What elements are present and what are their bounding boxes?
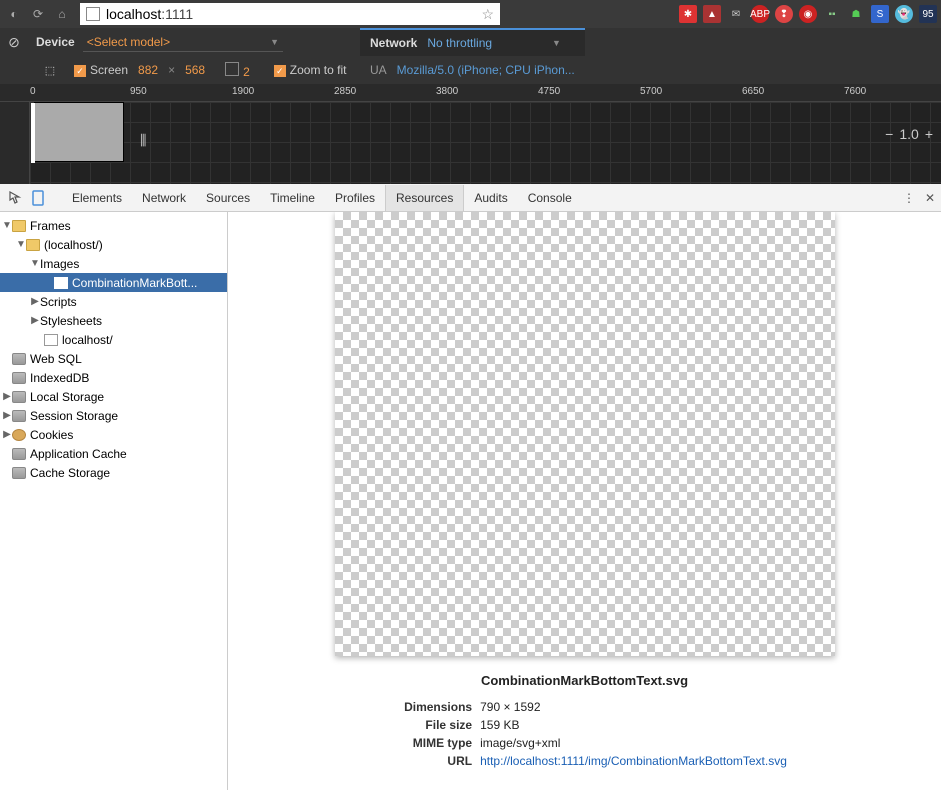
file-icon (44, 334, 58, 346)
resource-filename: CombinationMarkBottomText.svg (228, 673, 941, 688)
device-label: Device (36, 35, 75, 49)
tree-localhost[interactable]: ▼(localhost/) (0, 235, 227, 254)
bookmark-star-icon[interactable]: ☆ (481, 6, 494, 23)
tree-indexeddb[interactable]: IndexedDB (0, 368, 227, 387)
tree-websql[interactable]: Web SQL (0, 349, 227, 368)
emulated-page[interactable] (34, 102, 124, 162)
chevron-down-icon: ▼ (552, 38, 561, 48)
database-icon (12, 448, 26, 460)
screen-width[interactable]: 882 (138, 63, 158, 77)
resize-handle-icon[interactable]: ⫼ (140, 132, 146, 149)
screen-height[interactable]: 568 (185, 63, 205, 77)
dock-icon[interactable]: ⬚ (36, 56, 64, 84)
tree-scripts[interactable]: ▶Scripts (0, 292, 227, 311)
device-mode-icon[interactable] (28, 188, 48, 208)
dpr-value[interactable]: 2 (243, 65, 250, 79)
ext-icon[interactable]: ▲ (703, 5, 721, 23)
tree-sessionstorage[interactable]: ▶Session Storage (0, 406, 227, 425)
screen-checkbox[interactable]: ✓ (74, 65, 86, 77)
resource-url-link[interactable]: http://localhost:1111/img/CombinationMar… (480, 752, 787, 770)
database-icon (12, 353, 26, 365)
dim-x: × (168, 63, 175, 77)
file-icon (54, 277, 68, 289)
tree-cookies[interactable]: ▶Cookies (0, 425, 227, 444)
tree-appcache[interactable]: Application Cache (0, 444, 227, 463)
tree-images[interactable]: ▼Images (0, 254, 227, 273)
folder-icon (12, 220, 26, 232)
chevron-down-icon: ▼ (270, 37, 279, 47)
database-icon (12, 391, 26, 403)
resource-dimensions: 790 × 1592 (480, 698, 540, 716)
resource-mime: image/svg+xml (480, 734, 560, 752)
zoom-controls: − 1.0 + (885, 126, 933, 142)
folder-icon (26, 239, 40, 251)
ext-icon[interactable]: 95 (919, 5, 937, 23)
zoom-checkbox[interactable]: ✓ (274, 65, 286, 77)
tab-profiles[interactable]: Profiles (325, 185, 385, 211)
ext-icon[interactable]: ✉ (727, 5, 745, 23)
tab-sources[interactable]: Sources (196, 185, 260, 211)
ext-icon[interactable]: S (871, 5, 889, 23)
image-preview (335, 212, 835, 656)
devtools-tabstrip: Elements Network Sources Timeline Profil… (0, 184, 941, 212)
zoom-level: 1.0 (899, 126, 918, 142)
device-canvas[interactable]: ⫼ − 1.0 + (30, 102, 941, 184)
tab-menu-icon[interactable]: ◐ (4, 4, 24, 24)
screen-label: Screen (90, 63, 128, 77)
url-text: localhost:1111 (106, 6, 193, 22)
zoom-to-fit-label: Zoom to fit (290, 63, 347, 77)
reload-icon[interactable]: ⟳ (28, 4, 48, 24)
zoom-out-button[interactable]: − (885, 126, 893, 142)
tree-stylesheets[interactable]: ▶Stylesheets (0, 311, 227, 330)
page-icon (86, 7, 100, 21)
tab-network[interactable]: Network (132, 185, 196, 211)
network-label: Network (370, 36, 417, 50)
ua-label: UA (370, 63, 387, 77)
resources-sidebar: ▼Frames ▼(localhost/) ▼Images Combinatio… (0, 212, 228, 790)
database-icon (12, 467, 26, 479)
tab-elements[interactable]: Elements (62, 185, 132, 211)
cookie-icon (12, 429, 26, 441)
network-value: No throttling (427, 36, 492, 50)
tab-resources[interactable]: Resources (385, 185, 464, 211)
ext-icon[interactable]: ☗ (847, 5, 865, 23)
ext-icon[interactable]: 👻 (895, 5, 913, 23)
tree-localhost-file[interactable]: localhost/ (0, 330, 227, 349)
home-icon[interactable]: ⌂ (52, 4, 72, 24)
database-icon (12, 410, 26, 422)
tab-timeline[interactable]: Timeline (260, 185, 325, 211)
ext-icon[interactable]: ✱ (679, 5, 697, 23)
resource-metadata: CombinationMarkBottomText.svg Dimensions… (228, 657, 941, 790)
tree-cachestorage[interactable]: Cache Storage (0, 463, 227, 482)
kebab-menu-icon[interactable]: ⋮ (903, 191, 915, 205)
tree-frames[interactable]: ▼Frames (0, 216, 227, 235)
ua-value[interactable]: Mozilla/5.0 (iPhone; CPU iPhon... (397, 63, 575, 77)
url-bar[interactable]: localhost:1111 ☆ (80, 3, 500, 25)
resource-main: CombinationMarkBottomText.svg Dimensions… (228, 212, 941, 790)
tree-selected-file[interactable]: CombinationMarkBott... (0, 273, 227, 292)
ruler-vertical (0, 102, 30, 184)
tab-console[interactable]: Console (518, 185, 582, 211)
close-devtools-icon[interactable]: ✕ (925, 191, 935, 205)
extension-icons: ✱ ▲ ✉ ABP ❢ ◉ ▪▪ ☗ S 👻 95 (679, 5, 937, 23)
network-throttle-select[interactable]: Network No throttling ▼ (360, 28, 585, 56)
inspect-icon[interactable] (6, 188, 26, 208)
database-icon (12, 372, 26, 384)
devtools-body: ▼Frames ▼(localhost/) ▼Images Combinatio… (0, 212, 941, 790)
tree-localstorage[interactable]: ▶Local Storage (0, 387, 227, 406)
ruler-horizontal: 0 950 1900 2850 3800 4750 5700 6650 7600 (0, 84, 941, 102)
device-viewport: 0 950 1900 2850 3800 4750 5700 6650 7600… (0, 84, 941, 184)
ext-icon[interactable]: ◉ (799, 5, 817, 23)
device-toolbar: ⊘ Device <Select model>▼ ⬚ ✓ Screen 882 ×… (0, 28, 941, 84)
dpr-icon (225, 62, 239, 76)
resource-filesize: 159 KB (480, 716, 519, 734)
device-model-select[interactable]: <Select model>▼ (83, 33, 283, 52)
ext-icon[interactable]: ▪▪ (823, 5, 841, 23)
no-entry-icon[interactable]: ⊘ (0, 28, 28, 56)
abp-icon[interactable]: ABP (751, 5, 769, 23)
zoom-in-button[interactable]: + (925, 126, 933, 142)
tab-audits[interactable]: Audits (464, 185, 517, 211)
browser-toolbar: ◐ ⟳ ⌂ localhost:1111 ☆ ✱ ▲ ✉ ABP ❢ ◉ ▪▪ … (0, 0, 941, 28)
ext-icon[interactable]: ❢ (775, 5, 793, 23)
